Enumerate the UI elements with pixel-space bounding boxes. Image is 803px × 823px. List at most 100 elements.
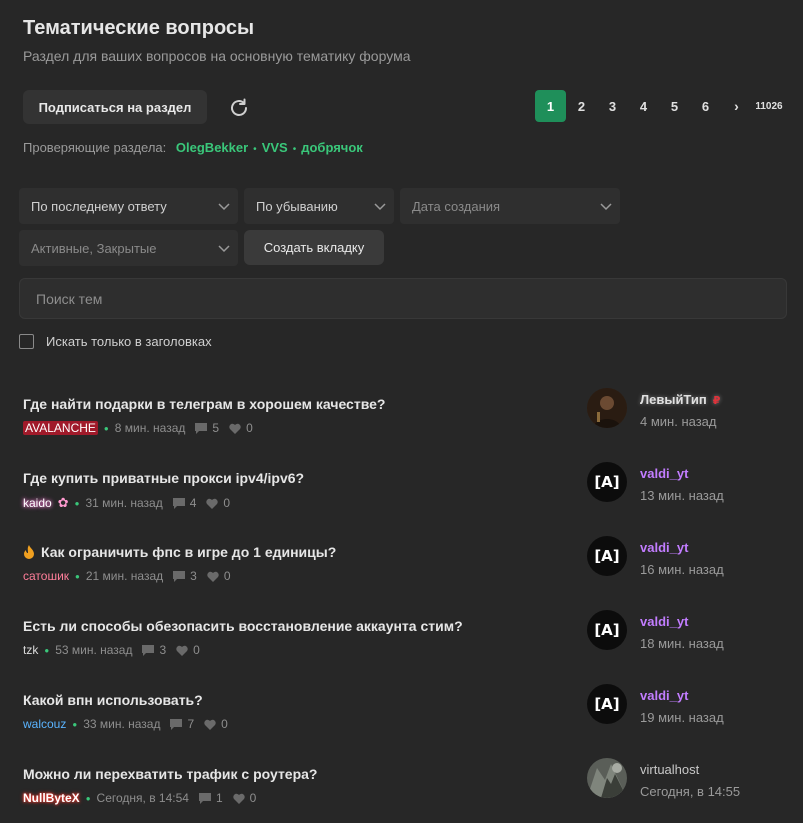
date-select[interactable]: Дата создания [400,188,620,224]
thread-time: 31 мин. назад [85,496,163,510]
page-5[interactable]: 5 [659,90,690,122]
thread-author[interactable]: walcouz [23,717,66,731]
thread-time: 53 мин. назад [55,643,133,657]
last-post-time: 16 мин. назад [640,562,724,577]
last-poster-name[interactable]: valdi_yt [640,614,688,629]
reply-count: 1 [215,791,223,805]
last-poster-name[interactable]: valdi_yt [640,688,688,703]
titles-only-option[interactable]: Искать только в заголовках [19,334,212,349]
comment-icon [172,497,185,509]
separator-dot: ● [72,719,78,729]
reply-count: 4 [189,496,197,510]
create-tab-button[interactable]: Создать вкладку [244,230,384,265]
thread-time: 21 мин. назад [85,569,164,583]
last-poster-name[interactable]: valdi_yt [640,466,688,481]
heart-icon [176,645,188,656]
page-3[interactable]: 3 [597,90,628,122]
reviewer-link[interactable]: добрячок [301,140,363,155]
reviewers-label: Проверяющие раздела: [23,140,167,155]
last-post-time: Сегодня, в 14:55 [640,784,741,799]
sort-select-value: По последнему ответу [31,198,167,214]
reply-count: 3 [190,569,197,583]
last-poster-name[interactable]: ЛевыйТип [640,392,707,407]
thread-author[interactable]: сатошик [23,569,69,583]
thread-title[interactable]: Где купить приватные прокси ipv4/ipv6? [23,470,304,486]
page-6[interactable]: 6 [690,90,721,122]
search-input[interactable] [19,278,787,319]
refresh-icon[interactable] [227,96,251,120]
reviewer-link[interactable]: OlegBekker [176,140,248,155]
like-count: 0 [223,496,231,510]
heart-icon [232,793,245,804]
heart-icon [204,719,216,730]
separator-dot: ● [44,645,50,655]
separator-dot: ● [75,571,80,581]
fire-icon [24,545,34,559]
titles-only-checkbox[interactable] [19,334,34,349]
thread-row: Где купить приватные прокси ipv4/ipv6? k… [23,462,783,530]
thread-author[interactable]: NullByteX [23,791,80,805]
page-1[interactable]: 1 [535,90,566,122]
reviewers: Проверяющие раздела: OlegBekker • VVS • добр… [23,140,363,155]
page-4[interactable]: 4 [628,90,659,122]
thread-row: Можно ли перехватить трафик с роутера? N… [23,758,783,823]
heart-icon [207,571,219,582]
avatar-photo [587,758,627,798]
avatar[interactable] [587,758,627,798]
like-count: 0 [223,569,231,583]
last-post-time: 19 мин. назад [640,710,724,725]
avatar[interactable]: [A] [587,610,627,650]
reply-count: 3 [159,643,167,657]
avatar[interactable]: [A] [587,684,627,724]
like-count: 0 [193,643,200,657]
thread-row: Есть ли способы обезопасить восстановлен… [23,610,783,678]
last-post-time: 18 мин. назад [640,636,724,651]
thread-title[interactable]: Как ограничить фпс в игре до 1 единицы? [41,544,336,560]
status-select[interactable]: Активные, Закрытые [19,230,238,266]
like-count: 0 [249,791,257,805]
titles-only-label: Искать только в заголовках [46,334,212,349]
sort-select[interactable]: По последнему ответу [19,188,238,224]
reviewer-link[interactable]: VVS [262,140,288,155]
like-count: 0 [221,717,228,731]
thread-time: Сегодня, в 14:54 [96,791,189,805]
thread-title[interactable]: Где найти подарки в телеграм в хорошем к… [23,396,385,412]
thread-author[interactable]: kaido [23,496,52,510]
last-poster-name[interactable]: valdi_yt [640,540,688,555]
comment-icon [173,570,186,582]
page-last[interactable]: 11026 [752,90,786,122]
thread-author[interactable]: AVALANCHE [23,421,98,435]
next-page-icon[interactable]: › [721,90,752,122]
subscribe-button[interactable]: Подписаться на раздел [23,90,207,124]
avatar[interactable] [587,388,627,428]
date-select-value: Дата создания [412,198,501,214]
thread-author[interactable]: tzk [23,643,38,657]
thread-title[interactable]: Можно ли перехватить трафик с роутера? [23,766,317,782]
comment-icon [170,718,183,730]
last-poster-name[interactable]: virtualhost [640,762,699,777]
comment-icon [195,422,208,434]
reply-count: 7 [187,717,195,731]
heart-icon [206,498,219,509]
thread-time: 33 мин. назад [83,717,161,731]
separator-dot: ● [85,793,91,803]
sakura-icon: ✿ [57,495,69,510]
thread-row: Как ограничить фпс в игре до 1 единицы? … [23,536,783,604]
chevron-down-icon [600,203,612,211]
chevron-down-icon [218,245,230,253]
thread-title[interactable]: Какой впн использовать? [23,692,203,708]
pagination: 1 2 3 4 5 6 › 11026 [535,90,786,122]
order-select[interactable]: По убыванию [244,188,394,224]
thread-title[interactable]: Есть ли способы обезопасить восстановлен… [23,618,463,634]
page-2[interactable]: 2 [566,90,597,122]
order-select-value: По убыванию [256,198,338,214]
last-post-time: 13 мин. назад [640,488,724,503]
reply-count: 5 [212,421,220,435]
comment-icon [198,792,211,804]
separator-dot: ● [74,498,80,508]
page-subtitle: Раздел для ваших вопросов на основную те… [23,48,411,64]
status-select-value: Активные, Закрытые [31,240,157,256]
separator-dot: ● [103,423,109,433]
avatar[interactable]: [A] [587,462,627,502]
avatar[interactable]: [A] [587,536,627,576]
